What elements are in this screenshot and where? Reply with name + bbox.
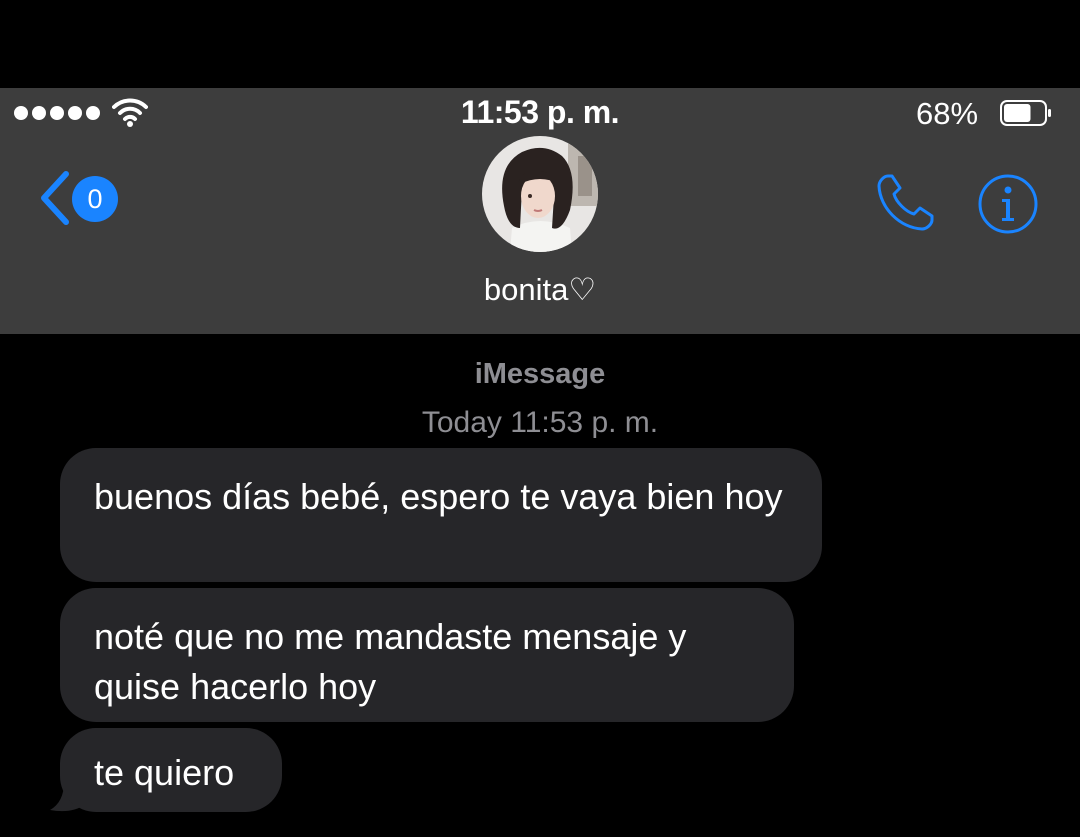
top-bar-background — [0, 0, 1080, 88]
battery-percentage: 68% — [916, 96, 979, 131]
message-bubble[interactable]: te quiero — [60, 728, 282, 812]
avatar-photo — [482, 136, 598, 252]
message-bubble[interactable]: buenos días bebé, espero te vaya bien ho… — [60, 448, 822, 582]
message-bubble[interactable]: noté que no me mandaste mensaje y quise … — [60, 588, 794, 722]
service-label: iMessage — [474, 358, 606, 390]
unread-count-badge[interactable]: 0 — [72, 176, 118, 222]
contact-name[interactable]: bonita♡ — [0, 272, 1080, 308]
phone-icon[interactable] — [874, 172, 936, 234]
info-icon[interactable] — [976, 172, 1040, 236]
chevron-left-icon — [41, 171, 69, 225]
battery-icon — [1000, 100, 1051, 126]
contact-avatar[interactable] — [482, 136, 598, 252]
conversation-timestamp: Today 11:53 p. m. — [421, 406, 659, 439]
